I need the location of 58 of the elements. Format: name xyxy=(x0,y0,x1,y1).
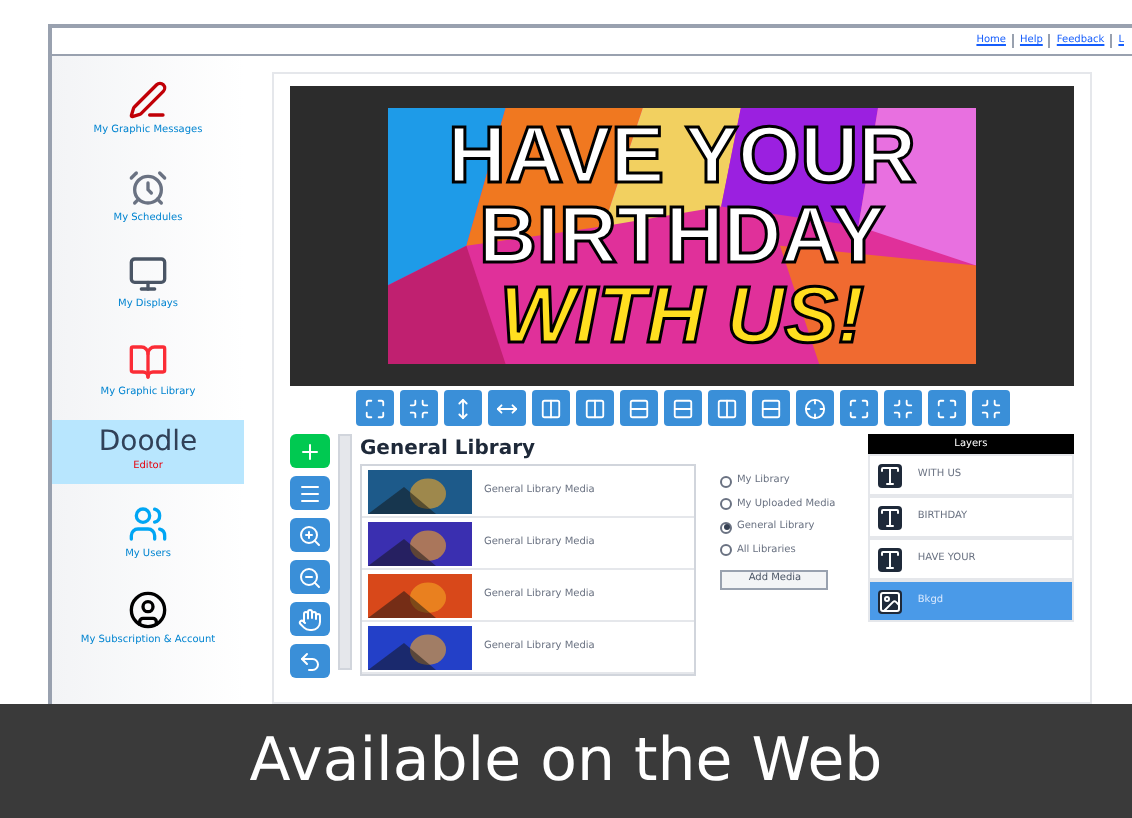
undo-icon xyxy=(298,649,322,673)
tool-button[interactable] xyxy=(290,476,330,510)
align-tool-button[interactable] xyxy=(839,390,877,426)
align-tool-button[interactable] xyxy=(355,390,393,426)
align-tool-button[interactable] xyxy=(619,390,657,426)
shrink-icon xyxy=(407,397,429,419)
alarm-clock-icon xyxy=(128,167,168,207)
plus-icon xyxy=(298,439,322,463)
logo: Doodle xyxy=(98,428,198,456)
expand-icon xyxy=(847,397,869,419)
align-tool-button[interactable] xyxy=(927,390,965,426)
text-layer-icon xyxy=(877,505,902,529)
tool-button[interactable] xyxy=(290,644,330,678)
zoom-out-icon xyxy=(298,565,322,589)
expand-icon xyxy=(935,397,957,419)
shrink-icon xyxy=(979,397,1001,419)
caption-text: Available on the Web xyxy=(249,724,883,800)
align-tool-button[interactable] xyxy=(971,390,1009,426)
radio-button[interactable] xyxy=(720,475,733,488)
pen-icon xyxy=(128,80,168,120)
book-icon xyxy=(128,341,168,381)
shrink-icon xyxy=(891,397,913,419)
align-tool-button[interactable] xyxy=(399,390,437,426)
rows-icon xyxy=(759,397,781,419)
user-icon xyxy=(128,590,168,630)
columns-icon xyxy=(715,397,737,419)
radio-button[interactable] xyxy=(720,544,733,557)
columns-icon xyxy=(583,397,605,419)
library-title: General Library xyxy=(359,436,538,464)
radio-button[interactable] xyxy=(720,498,733,511)
tool-button[interactable] xyxy=(290,560,330,594)
columns-icon xyxy=(539,397,561,419)
monitor-icon xyxy=(128,254,168,294)
users-icon xyxy=(128,503,168,543)
text-layer-icon xyxy=(877,463,902,487)
expand-icon xyxy=(363,397,385,419)
align-tool-button[interactable] xyxy=(531,390,569,426)
rows-icon xyxy=(627,397,649,419)
hand-icon xyxy=(298,607,322,631)
menu-icon xyxy=(298,481,322,505)
align-tool-button[interactable] xyxy=(883,390,921,426)
banner-text: BIRTHDAY xyxy=(479,196,885,276)
align-tool-button[interactable] xyxy=(707,390,745,426)
align-tool-button[interactable] xyxy=(443,390,481,426)
rows-icon xyxy=(671,397,693,419)
image-layer-icon xyxy=(877,589,902,613)
align-tool-button[interactable] xyxy=(663,390,701,426)
align-tool-button[interactable] xyxy=(751,390,789,426)
tool-button[interactable] xyxy=(290,602,330,636)
align-tool-button[interactable] xyxy=(795,390,833,426)
radio-button[interactable] xyxy=(720,521,733,534)
text-layer-icon xyxy=(877,547,902,571)
align-tool-button[interactable] xyxy=(487,390,525,426)
tool-button[interactable] xyxy=(290,434,330,468)
crosshair-icon xyxy=(803,397,825,419)
align-tool-button[interactable] xyxy=(575,390,613,426)
tool-button[interactable] xyxy=(290,518,330,552)
zoom-in-icon xyxy=(298,523,322,547)
